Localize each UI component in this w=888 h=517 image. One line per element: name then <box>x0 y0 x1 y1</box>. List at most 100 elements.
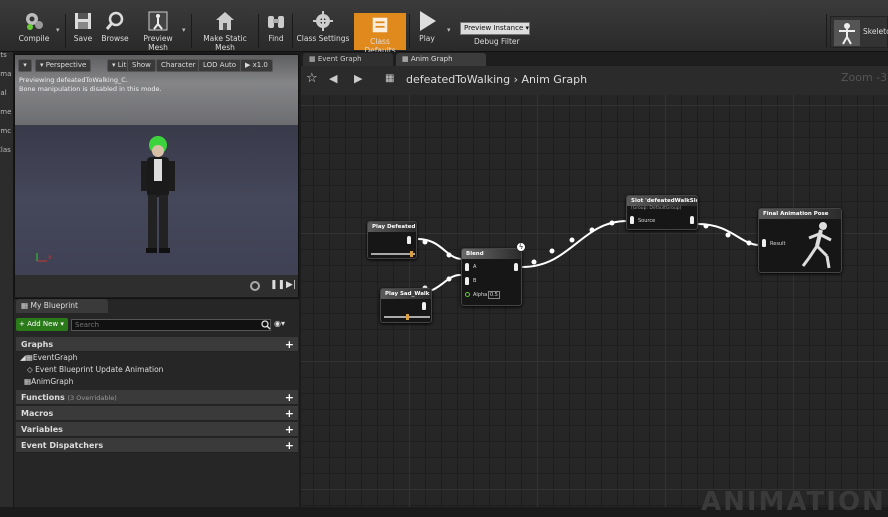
add-macro-icon[interactable]: + <box>285 406 294 421</box>
event-diamond-icon: ◇ <box>27 365 36 374</box>
play-defeated-node[interactable]: Play Defeated <box>367 221 417 259</box>
preview-mesh-dropdown-icon[interactable]: ▾ <box>182 26 186 34</box>
final-pose-title: Final Animation Pose <box>759 209 841 219</box>
play-button[interactable]: Play <box>412 10 442 50</box>
graph-breadcrumb-bar: ☆ ◀ ▶ ▦ defeatedToWalking › Anim Graph Z… <box>301 66 888 95</box>
play-sad-walk-progress <box>384 314 430 320</box>
running-mannequin-icon <box>801 222 832 269</box>
strip-item[interactable]: ome <box>0 103 13 122</box>
show-button[interactable]: Show <box>127 59 156 72</box>
save-button[interactable]: Save <box>68 10 98 50</box>
pause-button[interactable]: ❚❚ <box>270 280 285 290</box>
pose-output-pin-icon[interactable] <box>514 263 518 271</box>
dispatchers-label: Event Dispatchers <box>21 441 104 450</box>
play-dropdown-icon[interactable]: ▾ <box>447 26 451 34</box>
preview-mesh-button[interactable]: Preview Mesh <box>133 10 183 52</box>
class-defaults-button[interactable]: Class Defaults <box>354 13 406 55</box>
gear-icon <box>313 11 333 31</box>
preview-viewport[interactable]: ▾ ▾ Perspective ▾ Lit Show Character LOD… <box>14 54 299 297</box>
skeleton-icon <box>834 20 860 46</box>
add-function-icon[interactable]: + <box>285 390 294 405</box>
pose-output-pin-icon[interactable] <box>407 236 411 244</box>
graph-watermark: ANIMATION <box>701 487 886 517</box>
skeleton-mode-button[interactable]: Skeleton <box>830 16 888 48</box>
pose-output-pin-icon[interactable] <box>422 302 426 310</box>
tab-anim-graph[interactable]: ▦ Anim Graph <box>396 53 486 66</box>
play-sad-walk-node[interactable]: Play Sad_Walk <box>380 288 432 323</box>
play-icon <box>420 11 436 31</box>
tab-event-graph-label: Event Graph <box>317 55 362 63</box>
strip-item[interactable]: ual <box>0 84 13 103</box>
make-static-mesh-button[interactable]: Make Static Mesh <box>194 10 256 52</box>
strip-item[interactable]: Clas <box>0 141 13 160</box>
hierarchy-icon: ▦ <box>385 73 395 84</box>
class-defaults-icon <box>372 17 388 33</box>
functions-section-header[interactable]: Functions (3 Overridable) + <box>16 390 298 405</box>
lod-button[interactable]: LOD Auto <box>198 59 242 72</box>
skeleton-label: Skeleton <box>863 27 888 36</box>
graphs-section-header[interactable]: Graphs + <box>16 337 298 352</box>
macros-section-header[interactable]: Macros + <box>16 406 298 421</box>
mesh-icon <box>148 11 168 31</box>
functions-count: (3 Overridable) <box>67 394 117 402</box>
pose-input-pin-icon[interactable] <box>762 239 766 247</box>
pose-input-pin-icon[interactable] <box>630 216 634 224</box>
step-forward-button[interactable]: ▶| <box>286 280 296 290</box>
playback-bar: ❚❚ ▶| <box>15 275 298 297</box>
pose-output-pin-icon[interactable] <box>690 216 694 224</box>
tab-event-graph[interactable]: ▦ Event Graph <box>303 53 393 66</box>
add-dispatcher-icon[interactable]: + <box>285 438 294 453</box>
blend-alpha-label: Alpha <box>473 292 488 298</box>
my-blueprint-tab[interactable]: ▦ My Blueprint <box>16 299 108 313</box>
blueprint-search-input[interactable] <box>71 319 271 331</box>
add-variable-icon[interactable]: + <box>285 422 294 437</box>
dispatchers-section-header[interactable]: Event Dispatchers + <box>16 438 298 453</box>
blend-pin-a: A <box>473 264 477 270</box>
previewing-text: Previewing defeatedToWalking_C. <box>19 76 128 84</box>
variables-label: Variables <box>21 425 63 434</box>
perspective-button[interactable]: ▾ Perspective <box>35 59 92 72</box>
blend-title: Blend <box>462 249 521 259</box>
character-button[interactable]: Character <box>156 59 201 72</box>
search-icon <box>261 320 271 330</box>
add-new-button[interactable]: + Add New ▾ <box>16 318 68 331</box>
tree-item-eventgraph[interactable]: ◢▦EventGraph <box>20 353 77 362</box>
class-settings-button[interactable]: Class Settings <box>296 10 350 50</box>
final-animation-pose-node[interactable]: Final Animation Pose Result <box>758 208 842 273</box>
tree-item-event-update[interactable]: ◇ Event Blueprint Update Animation <box>27 365 163 374</box>
save-icon <box>75 13 91 29</box>
breadcrumb: defeatedToWalking › Anim Graph <box>406 73 587 86</box>
record-button[interactable] <box>250 281 260 291</box>
anim-graph-canvas[interactable]: Play Defeated Play Sad_Walk Blend A B Al… <box>301 95 888 517</box>
browse-button[interactable]: Browse <box>100 10 130 50</box>
star-icon[interactable]: ☆ <box>306 71 318 86</box>
browse-label: Browse <box>101 34 129 43</box>
blend-node[interactable]: Blend A B Alpha 0.5 <box>461 248 522 306</box>
alpha-value-input[interactable]: 0.5 <box>488 291 500 299</box>
variables-section-header[interactable]: Variables + <box>16 422 298 437</box>
tree-item-animgraph[interactable]: ▦AnimGraph <box>24 377 73 386</box>
speed-button[interactable]: ▶ x1.0 <box>240 59 273 72</box>
compile-icon <box>26 13 43 30</box>
alpha-pin-icon[interactable] <box>465 292 470 297</box>
pose-input-pin-icon[interactable] <box>465 277 469 285</box>
strip-item[interactable]: ema <box>0 65 13 84</box>
my-blueprint-panel: ▦ My Blueprint + Add New ▾ ◉▾ Graphs + ◢▦… <box>14 298 299 507</box>
slot-source-pin: Source <box>638 218 656 224</box>
compile-dropdown-icon[interactable]: ▾ <box>56 26 60 34</box>
back-arrow-icon[interactable]: ◀ <box>329 72 337 85</box>
play-defeated-progress <box>371 251 415 257</box>
forward-arrow-icon[interactable]: ▶ <box>354 72 362 85</box>
breadcrumb-anim-graph[interactable]: Anim Graph <box>522 73 588 86</box>
strip-item[interactable]: umc <box>0 122 13 141</box>
event-graph-tab-icon: ▦ <box>309 55 318 63</box>
find-button[interactable]: Find <box>262 10 290 50</box>
visibility-eye-icon[interactable]: ◉▾ <box>274 319 285 328</box>
compile-button[interactable]: Compile <box>14 10 54 50</box>
viewport-options-button[interactable]: ▾ <box>18 59 32 72</box>
preview-instance-select[interactable]: Preview Instance ▾ <box>460 22 530 35</box>
pose-input-pin-icon[interactable] <box>465 263 469 271</box>
breadcrumb-blueprint[interactable]: defeatedToWalking <box>406 73 510 86</box>
slot-node[interactable]: Slot 'defeatedWalkSlot' (Group: DefaultG… <box>626 195 698 230</box>
add-graph-icon[interactable]: + <box>285 337 294 352</box>
